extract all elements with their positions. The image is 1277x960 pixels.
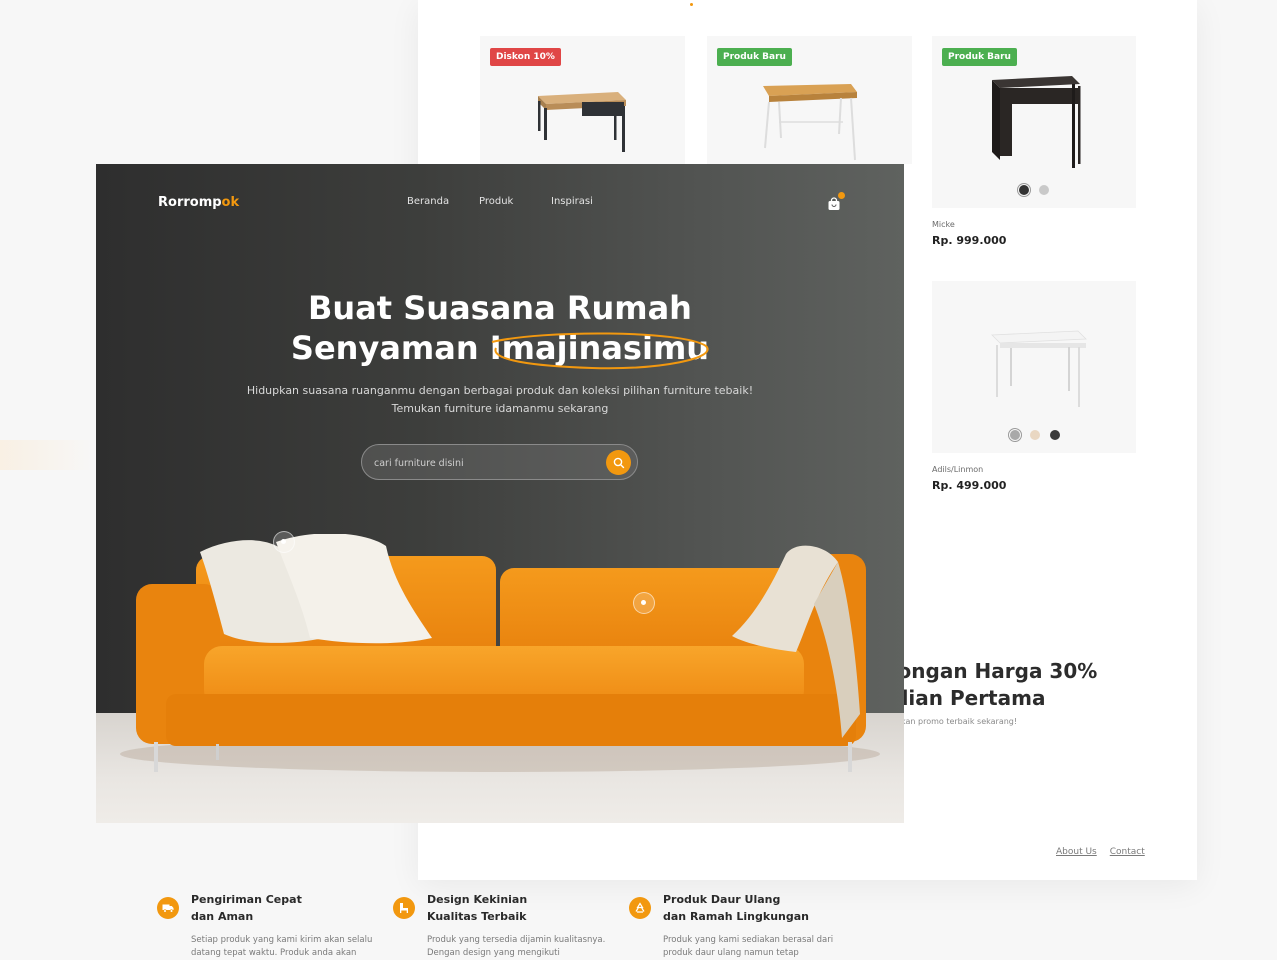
truck-icon xyxy=(162,904,174,913)
sofa-image xyxy=(120,534,880,772)
promo-title-line1: tongan Harga 30% xyxy=(888,659,1098,683)
nav-inspirasi[interactable]: Inspirasi xyxy=(551,196,593,207)
color-swatch[interactable] xyxy=(1008,428,1022,442)
feature-fast-delivery: Pengiriman Cepat dan Aman Setiap produk … xyxy=(157,891,377,960)
logo[interactable]: Rorrompok xyxy=(158,195,239,210)
contact-link[interactable]: Contact xyxy=(1110,847,1145,857)
product-card[interactable]: Produk Baru xyxy=(707,36,912,164)
product-name: Adils/Linmon xyxy=(932,465,984,474)
product-card-adils-linmon[interactable] xyxy=(932,281,1136,453)
hero-desc-line2: Temukan furniture idamanmu sekarang xyxy=(391,402,609,415)
highlight-ellipse xyxy=(491,332,709,370)
product-card-micke[interactable]: Produk Baru xyxy=(932,36,1136,208)
shopping-bag-icon xyxy=(828,197,840,210)
feature-description: Produk yang kami sediakan berasal dari p… xyxy=(663,935,834,958)
color-swatch[interactable] xyxy=(1017,183,1031,197)
product-card[interactable]: Diskon 10% xyxy=(480,36,685,164)
search-button[interactable] xyxy=(606,450,631,475)
product-price: Rp. 499.000 xyxy=(932,479,1007,492)
recycle-icon xyxy=(635,902,645,913)
promo-subtitle: kan promo terbaik sekarang! xyxy=(901,717,1018,726)
hero-desc-line1: Hidupkan suasana ruanganmu dengan berbag… xyxy=(246,384,754,397)
color-swatch[interactable] xyxy=(1039,185,1049,195)
hero-title: Buat Suasana Rumah Senyaman Imajinasimu xyxy=(96,288,904,370)
cart-notification-dot xyxy=(838,192,845,199)
product-hotspot-pillow[interactable] xyxy=(273,531,295,553)
feature-title: Design Kekinian Kualitas Terbaik xyxy=(427,891,587,925)
color-swatch[interactable] xyxy=(1050,430,1060,440)
logo-accent: ok xyxy=(221,195,240,210)
feature-title-line2: dan Ramah Lingkungan xyxy=(663,910,809,923)
color-swatch[interactable] xyxy=(1030,430,1040,440)
search-bar xyxy=(361,444,638,480)
feature-title-line1: Produk Daur Ulang xyxy=(663,893,781,906)
section-indicator-dot xyxy=(690,3,693,6)
feature-title-line1: Pengiriman Cepat xyxy=(191,893,302,906)
feature-title-line2: dan Aman xyxy=(191,910,254,923)
hero-description: Hidupkan suasana ruanganmu dengan berbag… xyxy=(96,382,904,418)
new-product-badge: Produk Baru xyxy=(942,48,1017,66)
footer-links: About Us Contact xyxy=(1056,847,1145,857)
hero-title-line2: Senyaman Imajinasimu xyxy=(96,328,904,370)
color-swatches xyxy=(1008,428,1060,442)
cart-button[interactable] xyxy=(827,192,845,210)
color-swatches xyxy=(1017,183,1049,197)
promo-title-line2: elian Pertama xyxy=(888,686,1046,710)
nav-produk[interactable]: Produk xyxy=(479,196,513,207)
product-hotspot-sofa[interactable] xyxy=(633,592,655,614)
product-price: Rp. 999.000 xyxy=(932,234,1007,247)
feature-description: Setiap produk yang kami kirim akan selal… xyxy=(191,935,373,958)
feature-title-line1: Design Kekinian xyxy=(427,893,528,906)
table-image xyxy=(991,330,1087,407)
background-glow xyxy=(0,440,96,470)
nav-beranda[interactable]: Beranda xyxy=(407,196,449,207)
search-input[interactable] xyxy=(374,454,594,472)
about-us-link[interactable]: About Us xyxy=(1056,847,1097,857)
hero-section: Rorrompok Beranda Produk Inspirasi Buat … xyxy=(96,164,904,823)
design-icon xyxy=(400,903,408,913)
navbar: Rorrompok Beranda Produk Inspirasi xyxy=(96,164,904,244)
hero-title-line1: Buat Suasana Rumah xyxy=(308,289,692,327)
feature-title: Produk Daur Ulang dan Ramah Lingkungan xyxy=(663,891,823,925)
hero-title-highlight: Imajinasimu xyxy=(490,328,709,370)
product-name: Micke xyxy=(932,220,955,229)
feature-icon-wrap xyxy=(157,897,179,919)
feature-title: Pengiriman Cepat dan Aman xyxy=(191,891,351,925)
discount-badge: Diskon 10% xyxy=(490,48,561,66)
feature-icon-wrap xyxy=(393,897,415,919)
search-icon xyxy=(613,457,624,468)
promo-title: tongan Harga 30% elian Pertama xyxy=(888,658,1097,712)
new-product-badge: Produk Baru xyxy=(717,48,792,66)
logo-text: Rorromp xyxy=(158,195,222,210)
desk-image xyxy=(763,84,857,161)
feature-icon-wrap xyxy=(629,897,651,919)
desk-image xyxy=(538,92,626,152)
feature-recycled: Produk Daur Ulang dan Ramah Lingkungan P… xyxy=(629,891,849,960)
feature-description: Produk yang tersedia dijamin kualitasnya… xyxy=(427,935,606,958)
feature-modern-design: Design Kekinian Kualitas Terbaik Produk … xyxy=(393,891,613,960)
feature-title-line2: Kualitas Terbaik xyxy=(427,910,527,923)
desk-image xyxy=(992,76,1081,168)
hero-title-plain: Senyaman xyxy=(290,329,490,367)
